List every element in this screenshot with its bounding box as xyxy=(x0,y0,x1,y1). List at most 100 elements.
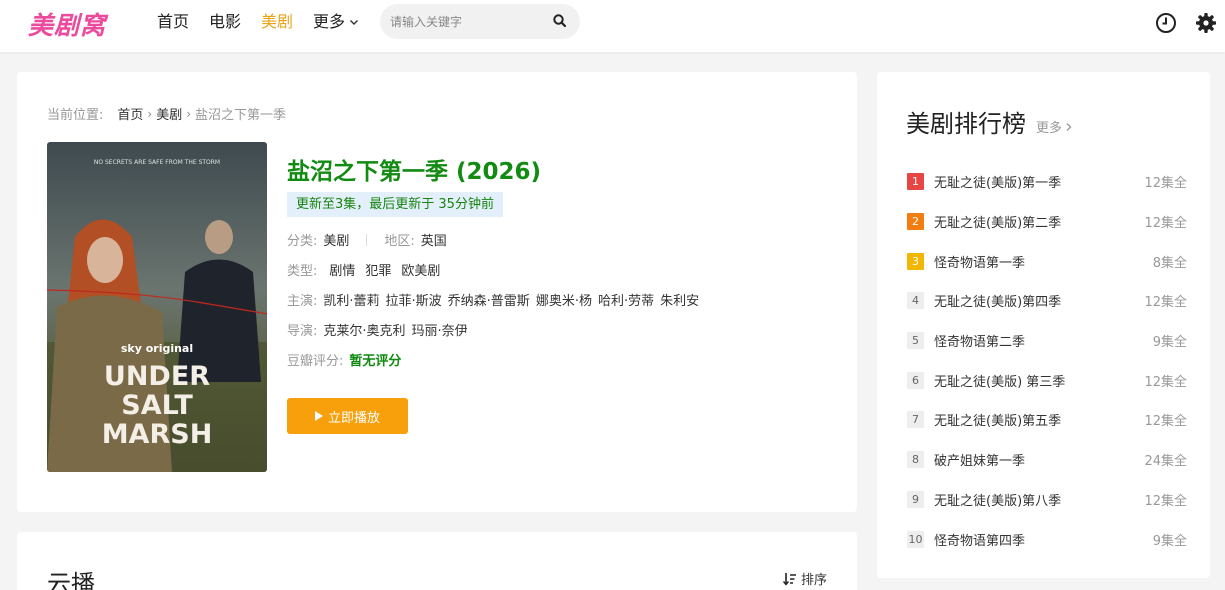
cast-link[interactable]: 朱利安 xyxy=(660,290,699,309)
ranking-more-link[interactable]: 更多 xyxy=(1036,117,1073,136)
rank-show-name: 怪奇物语第四季 xyxy=(934,533,1026,549)
rank-episodes: 12集全 xyxy=(1144,414,1187,430)
rank-episodes: 12集全 xyxy=(1144,374,1187,390)
rank-episodes: 8集全 xyxy=(1152,255,1187,271)
meta-label: 分类: xyxy=(287,234,318,249)
rank-badge: 1 xyxy=(907,173,924,191)
ranking-item[interactable]: 3 怪奇物语第一季 8集全 xyxy=(907,241,1187,281)
rank-badge: 2 xyxy=(907,213,924,231)
region-link[interactable]: 英国 xyxy=(421,230,447,249)
ranking-list: 1 无耻之徒(美版)第一季 12集全 2 无耻之徒(美版)第二季 12集全 3 … xyxy=(907,162,1187,559)
sort-button[interactable]: 排序 xyxy=(782,569,827,588)
rank-badge: 10 xyxy=(907,530,924,548)
breadcrumb-label: 当前位置: xyxy=(47,108,104,123)
genre-link[interactable]: 剧情 xyxy=(329,260,355,279)
search-box xyxy=(380,4,580,39)
rank-badge: 4 xyxy=(907,292,924,310)
nav-item-label: 更多 xyxy=(313,12,346,31)
breadcrumb-link-category[interactable]: 美剧 xyxy=(156,104,182,123)
ranking-item[interactable]: 9 无耻之徒(美版)第八季 12集全 xyxy=(907,480,1187,520)
meta-label: 类型: xyxy=(287,264,318,279)
genre-link[interactable]: 犯罪 xyxy=(365,260,391,279)
search-input[interactable] xyxy=(390,12,540,32)
top-header: 美剧窝 首页 电影 美剧 更多 xyxy=(0,0,1225,52)
play-button-label: 立即播放 xyxy=(327,410,380,426)
breadcrumb-separator: › xyxy=(186,106,192,121)
sort-label: 排序 xyxy=(800,573,827,588)
breadcrumb-current: 盐沼之下第一季 xyxy=(195,108,287,123)
rank-show-name: 破产姐妹第一季 xyxy=(934,454,1026,470)
breadcrumb: 当前位置: 首页 › 美剧 › 盐沼之下第一季 xyxy=(47,104,287,124)
clock-icon[interactable] xyxy=(1155,12,1177,34)
poster-image: NO SECRETS ARE SAFE FROM THE STORM sky o… xyxy=(47,142,267,472)
ranking-item[interactable]: 1 无耻之徒(美版)第一季 12集全 xyxy=(907,162,1187,202)
ranking-header: 美剧排行榜 更多 xyxy=(906,104,1073,139)
main-nav: 首页 电影 美剧 更多 xyxy=(157,12,379,32)
rank-episodes: 24集全 xyxy=(1144,454,1187,470)
nav-item-label: 首页 xyxy=(157,12,190,31)
genre-link[interactable]: 欧美剧 xyxy=(401,260,440,279)
show-poster[interactable]: NO SECRETS ARE SAFE FROM THE STORM sky o… xyxy=(47,142,267,472)
rank-episodes: 9集全 xyxy=(1152,335,1187,351)
ranking-card: 美剧排行榜 更多 1 无耻之徒(美版)第一季 12集全 2 无耻之徒(美版)第二… xyxy=(877,72,1210,578)
rank-show-name: 无耻之徒(美版)第五季 xyxy=(934,414,1062,430)
meta-rating: 豆瓣评分: 暂无评分 xyxy=(287,350,401,369)
poster-title-line: UNDER xyxy=(104,361,210,392)
rank-badge: 6 xyxy=(907,371,924,389)
poster-title-line: SALT xyxy=(121,390,193,421)
nav-item-home[interactable]: 首页 xyxy=(157,12,189,32)
show-title: 盐沼之下第一季 (2026) xyxy=(287,159,542,185)
cast-link[interactable]: 娜奥米·杨 xyxy=(536,290,592,309)
chevron-down-icon xyxy=(350,20,359,25)
rank-episodes: 12集全 xyxy=(1144,493,1187,509)
meta-cast: 主演: 凯利·蕾莉 拉菲·斯波 乔纳森·普雷斯 娜奥米·杨 哈利·劳蒂 朱利安 xyxy=(287,290,699,309)
section-title: 云播 xyxy=(47,570,95,590)
rank-show-name: 无耻之徒(美版)第一季 xyxy=(934,176,1062,192)
cast-link[interactable]: 哈利·劳蒂 xyxy=(598,290,654,309)
meta-label: 豆瓣评分: xyxy=(287,354,344,369)
ranking-title: 美剧排行榜 xyxy=(906,110,1026,138)
ranking-item[interactable]: 7 无耻之徒(美版)第五季 12集全 xyxy=(907,400,1187,440)
divider xyxy=(366,233,368,246)
site-logo[interactable]: 美剧窝 xyxy=(28,6,106,42)
nav-item-us-series[interactable]: 美剧 xyxy=(261,12,293,32)
gear-icon[interactable] xyxy=(1195,12,1217,34)
ranking-item[interactable]: 2 无耻之徒(美版)第二季 12集全 xyxy=(907,202,1187,242)
rank-show-name: 怪奇物语第二季 xyxy=(934,335,1026,351)
rank-show-name: 无耻之徒(美版)第四季 xyxy=(934,295,1062,311)
category-link[interactable]: 美剧 xyxy=(323,230,349,249)
rank-episodes: 12集全 xyxy=(1144,295,1187,311)
sort-icon xyxy=(782,572,796,586)
ranking-item[interactable]: 4 无耻之徒(美版)第四季 12集全 xyxy=(907,281,1187,321)
play-icon xyxy=(314,411,323,421)
cast-link[interactable]: 拉菲·斯波 xyxy=(386,290,442,309)
breadcrumb-link-home[interactable]: 首页 xyxy=(117,104,143,123)
poster-title-line: MARSH xyxy=(102,419,213,450)
nav-item-movies[interactable]: 电影 xyxy=(209,12,241,32)
ranking-item[interactable]: 10 怪奇物语第四季 9集全 xyxy=(907,519,1187,559)
ranking-item[interactable]: 6 无耻之徒(美版) 第三季 12集全 xyxy=(907,360,1187,400)
more-label: 更多 xyxy=(1036,121,1063,136)
director-link[interactable]: 玛丽·奈伊 xyxy=(412,320,468,339)
director-link[interactable]: 克莱尔·奥克利 xyxy=(323,320,405,339)
douban-rating: 暂无评分 xyxy=(349,354,402,369)
meta-directors: 导演: 克莱尔·奥克利 玛丽·奈伊 xyxy=(287,320,468,339)
ranking-item[interactable]: 8 破产姐妹第一季 24集全 xyxy=(907,440,1187,480)
rank-episodes: 9集全 xyxy=(1152,533,1187,549)
update-status-badge: 更新至3集，最后更新于 35分钟前 xyxy=(287,192,503,217)
meta-label: 主演: xyxy=(287,294,318,309)
breadcrumb-separator: › xyxy=(147,106,153,121)
cloud-play-section: 云播 排序 xyxy=(17,532,857,590)
rank-badge: 3 xyxy=(907,252,924,270)
rank-episodes: 12集全 xyxy=(1144,216,1187,232)
ranking-item[interactable]: 5 怪奇物语第二季 9集全 xyxy=(907,321,1187,361)
rank-episodes: 12集全 xyxy=(1144,176,1187,192)
search-icon[interactable] xyxy=(552,13,568,29)
cast-link[interactable]: 凯利·蕾莉 xyxy=(323,290,379,309)
cast-link[interactable]: 乔纳森·普雷斯 xyxy=(448,290,530,309)
poster-tagline: NO SECRETS ARE SAFE FROM THE STORM xyxy=(94,159,220,166)
meta-genres: 类型: 剧情 犯罪 欧美剧 xyxy=(287,260,440,279)
play-now-button[interactable]: 立即播放 xyxy=(287,398,408,434)
nav-item-more[interactable]: 更多 xyxy=(313,12,359,32)
meta-category-region: 分类: 美剧 地区: 英国 xyxy=(287,230,447,249)
